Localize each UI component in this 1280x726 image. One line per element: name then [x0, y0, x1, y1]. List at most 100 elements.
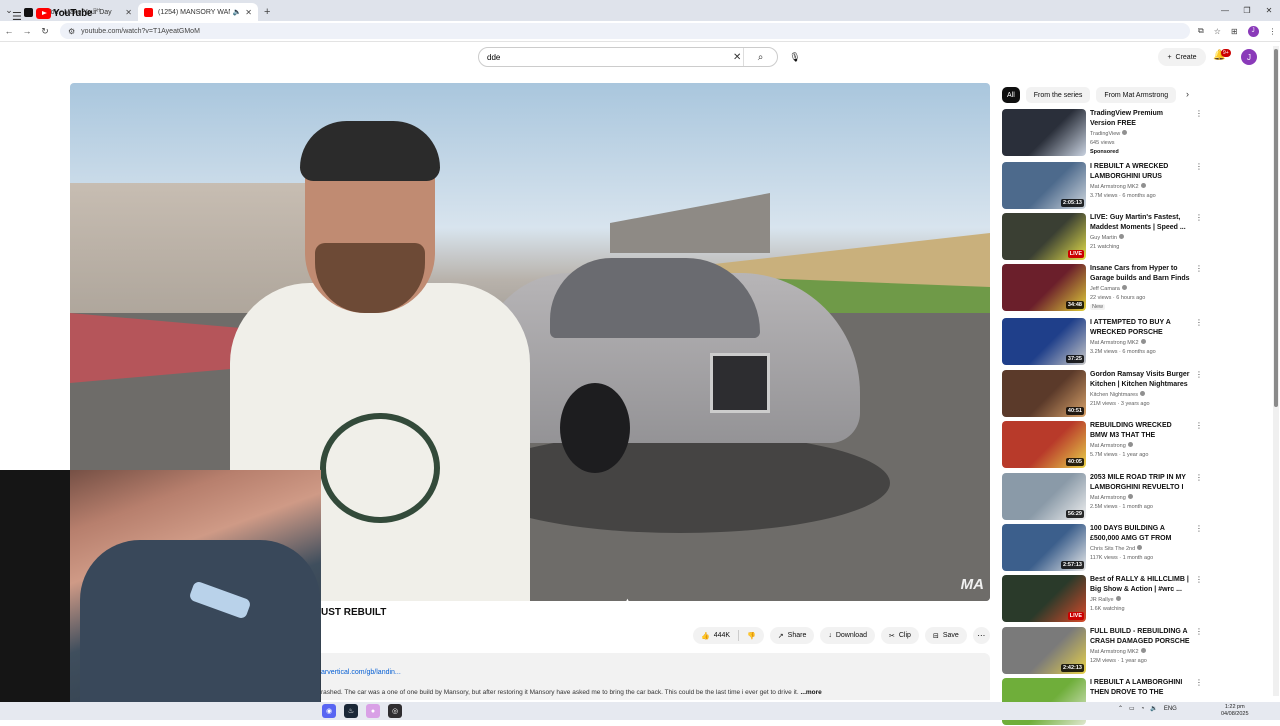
- recommendation-title[interactable]: REBUILDING WRECKED BMW M3 THAT THE INSUR…: [1090, 421, 1190, 441]
- more-options-icon[interactable]: ⋮: [1195, 162, 1203, 171]
- channel-name[interactable]: Chris Sits The 2nd: [1090, 545, 1143, 552]
- more-options-icon[interactable]: ⋮: [1195, 473, 1203, 482]
- recommendation-title[interactable]: I REBUILT A LAMBORGHINI THEN DROVE TO TH…: [1090, 678, 1190, 698]
- recommendation-item[interactable]: LIVE Best of RALLY & HILLCLIMB | Big Show…: [1002, 575, 1203, 623]
- video-thumbnail[interactable]: 2:05:13: [1002, 162, 1086, 209]
- recommendation-title[interactable]: I ATTEMPTED TO BUY A WRECKED PORSCHE CAR…: [1090, 318, 1190, 338]
- video-thumbnail[interactable]: [1002, 109, 1086, 156]
- recommendation-title[interactable]: 2053 MILE ROAD TRIP IN MY LAMBORGHINI RE…: [1090, 473, 1190, 493]
- site-info-icon[interactable]: ⚙: [68, 27, 75, 36]
- recommendation-title[interactable]: TradingView Premium Version FREE: [1090, 109, 1190, 128]
- video-thumbnail[interactable]: 56:29: [1002, 473, 1086, 520]
- like-icon[interactable]: 👍: [701, 632, 710, 640]
- more-options-icon[interactable]: ⋮: [1195, 264, 1203, 273]
- channel-name[interactable]: Kitchen Nightmares: [1090, 391, 1145, 398]
- speaker-icon[interactable]: 🔈: [233, 8, 242, 16]
- recommendation-item[interactable]: 37:25 I ATTEMPTED TO BUY A WRECKED PORSCH…: [1002, 318, 1203, 366]
- steam-icon[interactable]: ♨: [344, 704, 358, 718]
- maximize-icon[interactable]: ❐: [1236, 6, 1258, 15]
- voice-search-mic-icon[interactable]: 🎙: [786, 48, 804, 66]
- tab-youtube[interactable]: (1254) MANSORY WANT BACK 🔈 ✕: [138, 3, 258, 21]
- more-actions-icon[interactable]: ⋯: [972, 627, 990, 644]
- close-tab-icon[interactable]: ✕: [125, 8, 132, 17]
- chip-from-the-series[interactable]: From the series: [1025, 87, 1091, 103]
- battery-icon[interactable]: ▭: [1129, 705, 1135, 712]
- channel-name[interactable]: TradingView: [1090, 130, 1128, 137]
- more-options-icon[interactable]: ⋮: [1195, 318, 1203, 327]
- channel-name[interactable]: JR Rallye: [1090, 596, 1121, 603]
- taskbar-clock[interactable]: 1:22 pm 04/08/2025: [1221, 704, 1249, 718]
- recommendation-title[interactable]: 100 DAYS BUILDING A £500,000 AMG GT FROM…: [1090, 524, 1190, 544]
- more-options-icon[interactable]: ⋮: [1195, 421, 1203, 430]
- recommendation-item[interactable]: LIVE LIVE: Guy Martin's Fastest, Maddest …: [1002, 213, 1203, 261]
- video-thumbnail[interactable]: 40:51: [1002, 370, 1086, 417]
- video-thumbnail[interactable]: 37:25: [1002, 318, 1086, 365]
- browser-profile-avatar[interactable]: J: [1247, 25, 1259, 37]
- channel-name[interactable]: Mat Armstrong: [1090, 442, 1133, 449]
- extensions-icon[interactable]: ⊞: [1231, 27, 1238, 36]
- search-button[interactable]: ⌕: [743, 48, 777, 66]
- clip-button[interactable]: ✂ Clip: [881, 627, 919, 644]
- recommendation-title[interactable]: Insane Cars from Hyper to Garage builds …: [1090, 264, 1190, 283]
- reload-icon[interactable]: ↻: [36, 26, 54, 37]
- show-more-link[interactable]: ...more: [800, 689, 821, 696]
- recommendation-item[interactable]: 2:57:13 100 DAYS BUILDING A £500,000 AMG …: [1002, 524, 1203, 572]
- video-thumbnail[interactable]: 40:05: [1002, 421, 1086, 468]
- language-indicator[interactable]: ENG: [1164, 706, 1177, 712]
- back-icon[interactable]: ←: [0, 26, 18, 36]
- channel-watermark[interactable]: MA: [961, 576, 984, 593]
- download-button[interactable]: ↓ Download: [820, 627, 875, 644]
- video-thumbnail[interactable]: 2:57:13: [1002, 524, 1086, 571]
- channel-name[interactable]: Mat Armstrong MK2: [1090, 648, 1146, 655]
- channel-name[interactable]: Mat Armstrong MK2: [1090, 339, 1146, 346]
- recommendation-title[interactable]: Gordon Ramsay Visits Burger Kitchen | Ki…: [1090, 370, 1190, 390]
- menu-icon[interactable]: ☰: [12, 10, 22, 23]
- channel-name[interactable]: Jeff Camara: [1090, 285, 1127, 292]
- recommendation-title[interactable]: FULL BUILD - REBUILDING A CRASH DAMAGED …: [1090, 627, 1190, 647]
- create-button[interactable]: + Create: [1158, 48, 1206, 66]
- more-options-icon[interactable]: ⋮: [1195, 524, 1203, 533]
- account-avatar[interactable]: J: [1241, 49, 1257, 65]
- forward-icon[interactable]: →: [18, 26, 36, 36]
- description-link[interactable]: arvertical.com/gb/landin...: [321, 669, 401, 676]
- like-count[interactable]: 444K: [714, 632, 730, 639]
- recommendation-item[interactable]: 34:48 Insane Cars from Hyper to Garage bu…: [1002, 264, 1203, 312]
- share-button[interactable]: ↗ Share: [769, 627, 815, 644]
- chip-from-mat-armstrong[interactable]: From Mat Armstrong: [1096, 87, 1177, 103]
- search-input[interactable]: [487, 52, 727, 62]
- close-tab-icon[interactable]: ✕: [245, 8, 252, 17]
- discord-icon[interactable]: ◉: [322, 704, 336, 718]
- new-tab-button[interactable]: +: [264, 3, 270, 21]
- channel-name[interactable]: Mat Armstrong: [1090, 494, 1133, 501]
- video-thumbnail[interactable]: 34:48: [1002, 264, 1086, 311]
- chrome-icon[interactable]: ●: [366, 704, 380, 718]
- recommendation-item[interactable]: 2:05:13 I REBUILT A WRECKED LAMBORGHINI U…: [1002, 162, 1203, 210]
- recommendation-item[interactable]: 56:29 2053 MILE ROAD TRIP IN MY LAMBORGHI…: [1002, 473, 1203, 521]
- more-options-icon[interactable]: ⋮: [1195, 678, 1203, 687]
- channel-name[interactable]: Guy Martin: [1090, 234, 1124, 241]
- more-options-icon[interactable]: ⋮: [1195, 627, 1203, 636]
- bookmark-star-icon[interactable]: ☆: [1214, 27, 1221, 36]
- obs-icon[interactable]: ◎: [388, 704, 402, 718]
- show-hidden-icons-icon[interactable]: ⌃: [1118, 705, 1123, 712]
- save-button[interactable]: ⊟ Save: [924, 627, 967, 644]
- more-options-icon[interactable]: ⋮: [1195, 213, 1203, 222]
- clear-search-icon[interactable]: ✕: [733, 52, 741, 63]
- more-options-icon[interactable]: ⋮: [1195, 370, 1203, 379]
- recommendation-title[interactable]: I REBUILT A WRECKED LAMBORGHINI URUS: [1090, 162, 1190, 181]
- more-options-icon[interactable]: ⋮: [1195, 109, 1203, 118]
- video-thumbnail[interactable]: 2:42:13: [1002, 627, 1086, 674]
- recommendation-item[interactable]: 2:42:13 FULL BUILD - REBUILDING A CRASH D…: [1002, 627, 1203, 675]
- video-thumbnail[interactable]: LIVE: [1002, 575, 1086, 622]
- video-thumbnail[interactable]: LIVE: [1002, 213, 1086, 260]
- recommendation-title[interactable]: Best of RALLY & HILLCLIMB | Big Show & A…: [1090, 575, 1190, 594]
- more-options-icon[interactable]: ⋮: [1195, 575, 1203, 584]
- recommendation-item[interactable]: 40:05 REBUILDING WRECKED BMW M3 THAT THE …: [1002, 421, 1203, 469]
- chip-all[interactable]: All: [1002, 87, 1020, 103]
- youtube-logo[interactable]: YouTube PH: [36, 8, 100, 19]
- chevron-right-icon[interactable]: ›: [1186, 89, 1189, 99]
- minimize-icon[interactable]: —: [1214, 6, 1236, 15]
- scrollbar-thumb[interactable]: [1274, 49, 1278, 407]
- channel-name[interactable]: Mat Armstrong MK2: [1090, 183, 1146, 190]
- dislike-icon[interactable]: 👎: [747, 632, 756, 640]
